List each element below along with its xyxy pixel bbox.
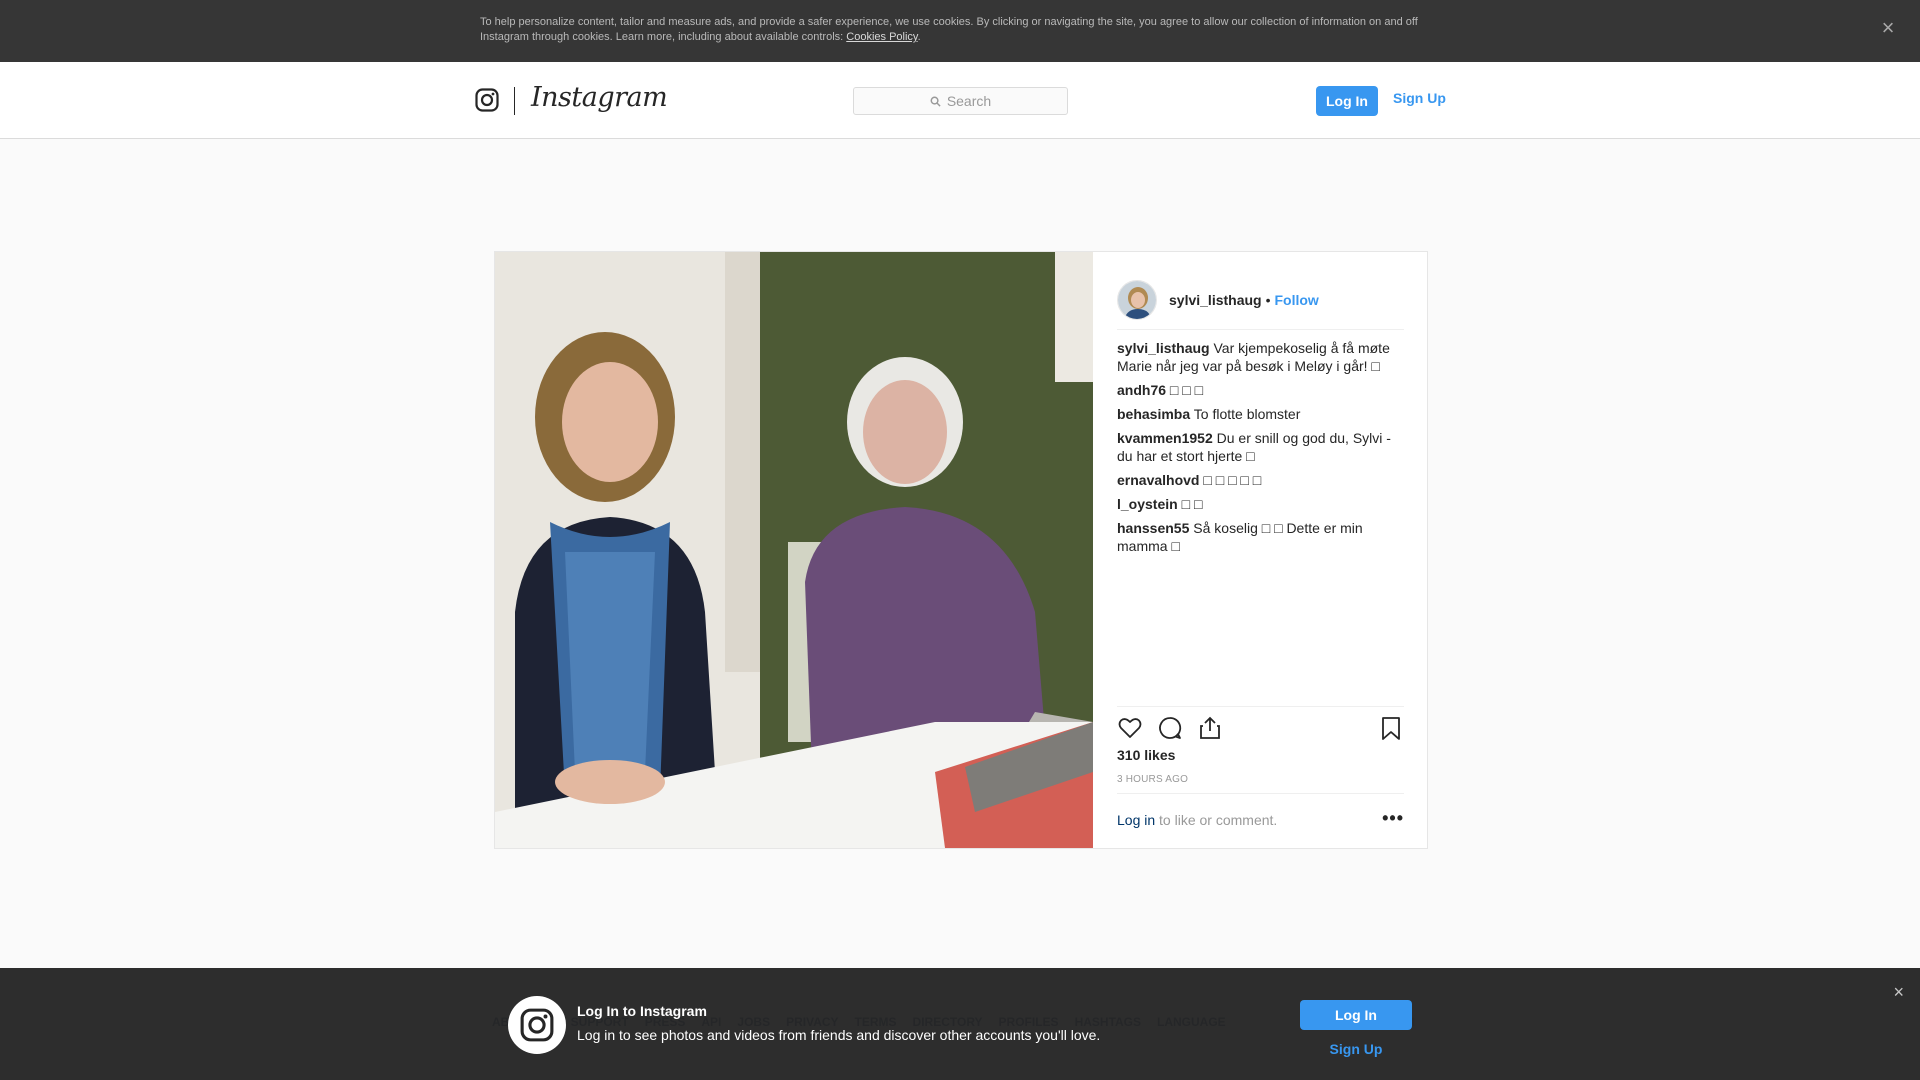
post-author-name[interactable]: sylvi_listhaug bbox=[1169, 292, 1262, 308]
avatar[interactable] bbox=[1117, 279, 1157, 320]
cookie-message: To help personalize content, tailor and … bbox=[480, 16, 1418, 43]
more-options-icon[interactable]: ••• bbox=[1382, 809, 1404, 827]
banner-close-icon[interactable]: × bbox=[1893, 982, 1904, 1003]
cookie-text: To help personalize content, tailor and … bbox=[480, 16, 1418, 43]
banner-signup-link[interactable]: Sign Up bbox=[1300, 1041, 1412, 1057]
comment-text: To flotte blomster bbox=[1193, 406, 1301, 422]
instagram-glyph-icon[interactable] bbox=[475, 88, 499, 112]
post-timestamp: 3 HOURS AGO bbox=[1117, 774, 1189, 785]
follow-button[interactable]: Follow bbox=[1275, 292, 1319, 308]
comment-item: kvammen1952 Du er snill og god du, Sylvi… bbox=[1117, 429, 1407, 465]
comment-username[interactable]: hanssen55 bbox=[1117, 520, 1189, 536]
post-actions bbox=[1117, 706, 1404, 742]
post-photo[interactable] bbox=[495, 252, 1093, 848]
comment-username[interactable]: andh76 bbox=[1117, 382, 1166, 398]
search-icon bbox=[930, 96, 941, 107]
comment-text: □ □ □ bbox=[1169, 382, 1204, 398]
comment-item: andh76 □ □ □ bbox=[1117, 381, 1407, 399]
comment-username[interactable]: kvammen1952 bbox=[1117, 430, 1213, 446]
signup-link[interactable]: Sign Up bbox=[1393, 90, 1446, 106]
login-prompt: Log in to like or comment. ••• bbox=[1117, 793, 1404, 828]
comment-username[interactable]: sylvi_listhaug bbox=[1117, 340, 1210, 356]
bookmark-icon[interactable] bbox=[1378, 715, 1404, 741]
post-author-row: sylvi_listhaug • Follow bbox=[1117, 270, 1404, 330]
share-icon[interactable] bbox=[1197, 715, 1223, 741]
post-card: sylvi_listhaug • Follow sylvi_listhaug V… bbox=[494, 251, 1428, 849]
comment-username[interactable]: ernavalhovd bbox=[1117, 472, 1199, 488]
banner-title: Log In to Instagram bbox=[577, 1003, 707, 1019]
banner-subtitle: Log in to see photos and videos from fri… bbox=[577, 1027, 1101, 1043]
avatar-image bbox=[1118, 280, 1156, 319]
instagram-glyph-icon bbox=[508, 996, 566, 1054]
comment-item: hanssen55 Så koselig □ □ Dette er min ma… bbox=[1117, 519, 1407, 555]
comment-icon[interactable] bbox=[1157, 715, 1183, 741]
comment-text: □ □ bbox=[1181, 496, 1203, 512]
login-prompt-text: to like or comment. bbox=[1155, 812, 1278, 828]
post-photo-illustration bbox=[495, 252, 1093, 848]
cookie-close-icon[interactable]: × bbox=[1876, 16, 1900, 40]
top-nav: Instagram Search Log In Sign Up bbox=[0, 62, 1920, 139]
comment-username[interactable]: behasimba bbox=[1117, 406, 1190, 422]
comments-list: sylvi_listhaug Var kjempekoselig å få mø… bbox=[1117, 339, 1407, 561]
instagram-wordmark[interactable]: Instagram bbox=[531, 82, 668, 113]
heart-icon[interactable] bbox=[1117, 715, 1143, 741]
login-link[interactable]: Log in bbox=[1117, 812, 1155, 828]
search-input[interactable]: Search bbox=[853, 87, 1068, 115]
separator-dot: • bbox=[1265, 291, 1271, 308]
post-panel: sylvi_listhaug • Follow sylvi_listhaug V… bbox=[1093, 252, 1428, 848]
login-button[interactable]: Log In bbox=[1316, 86, 1378, 116]
cookie-banner: To help personalize content, tailor and … bbox=[0, 0, 1920, 62]
instagram-logo-icon bbox=[520, 1008, 554, 1042]
comment-item: l_oystein □ □ bbox=[1117, 495, 1407, 513]
comment-username[interactable]: l_oystein bbox=[1117, 496, 1178, 512]
login-banner: Log In to Instagram Log in to see photos… bbox=[0, 968, 1920, 1080]
likes-count[interactable]: 310 likes bbox=[1117, 747, 1175, 763]
banner-login-button[interactable]: Log In bbox=[1300, 1000, 1412, 1030]
comment-item: sylvi_listhaug Var kjempekoselig å få mø… bbox=[1117, 339, 1407, 375]
search-placeholder: Search bbox=[946, 93, 992, 109]
comment-text: □ □ □ □ □ bbox=[1203, 472, 1262, 488]
comment-item: behasimba To flotte blomster bbox=[1117, 405, 1407, 423]
logo-divider bbox=[514, 87, 515, 115]
cookies-policy-link[interactable]: Cookies Policy bbox=[846, 31, 917, 43]
comment-item: ernavalhovd □ □ □ □ □ bbox=[1117, 471, 1407, 489]
